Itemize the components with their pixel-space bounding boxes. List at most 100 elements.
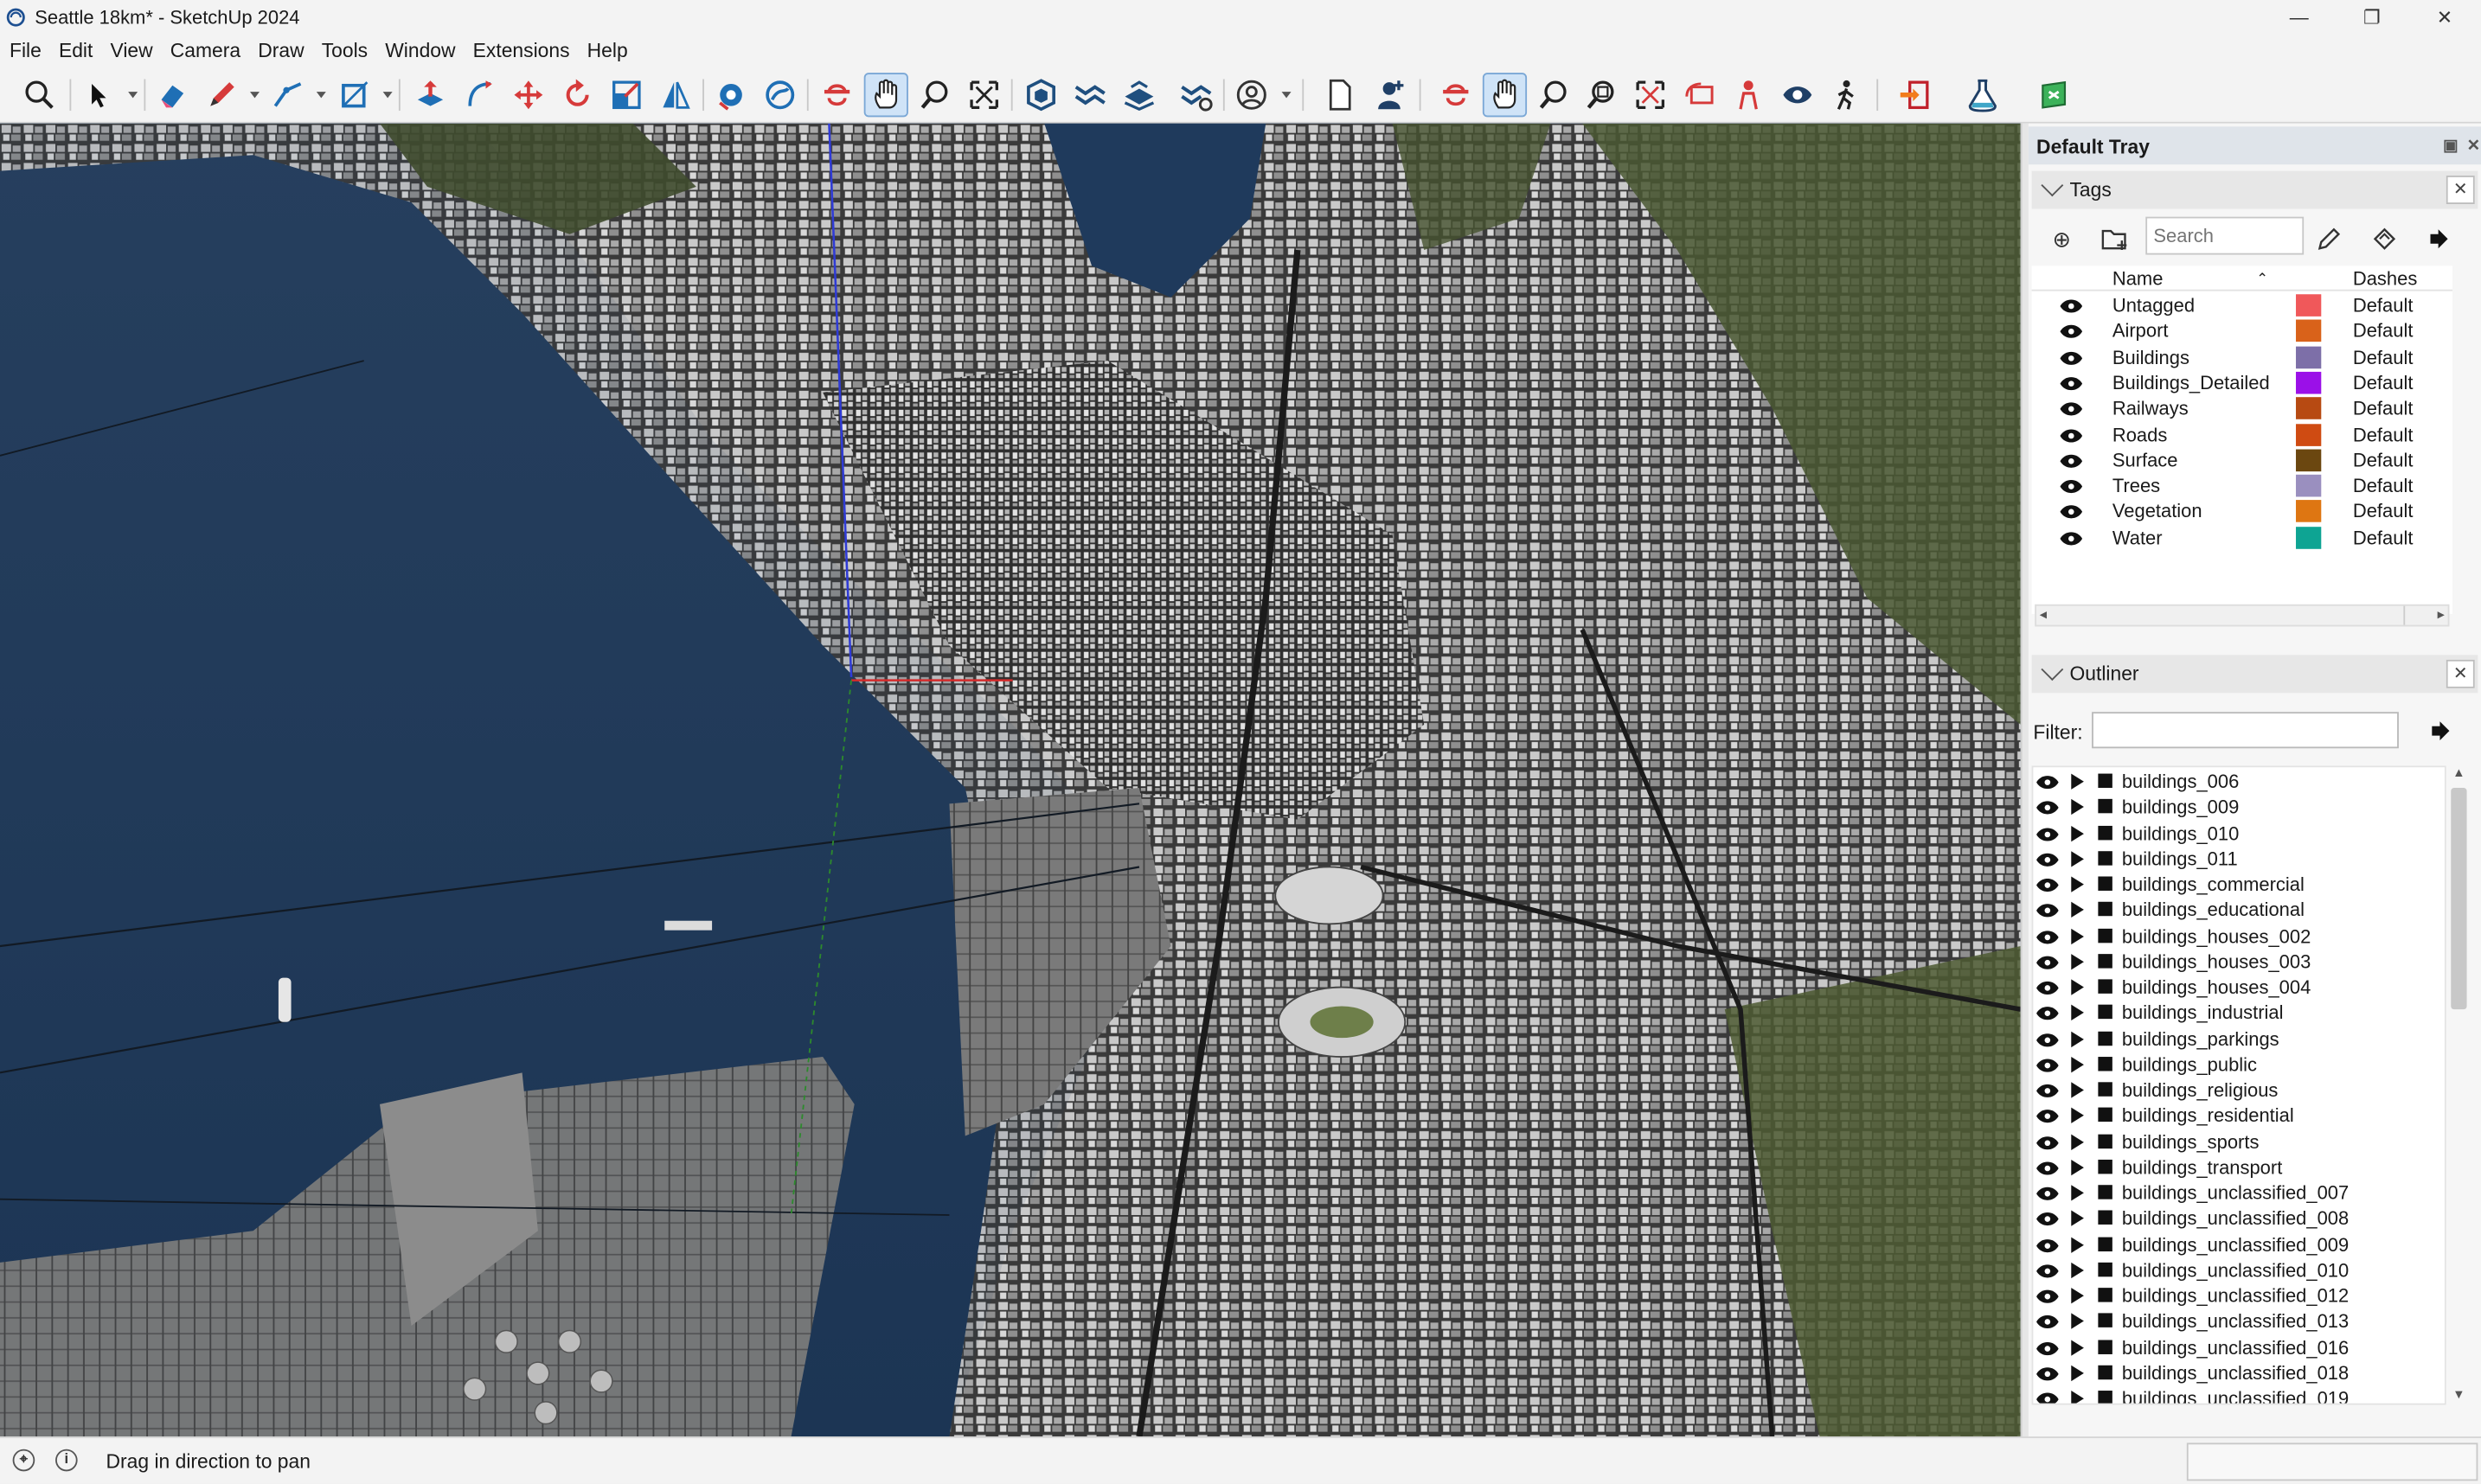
tag-name[interactable]: Untagged (2112, 294, 2195, 317)
tag-color-swatch[interactable] (2296, 474, 2322, 497)
tag-dashes[interactable]: Default (2353, 398, 2414, 420)
outliner-vertical-scrollbar[interactable]: ▲ ▼ (2446, 765, 2472, 1405)
tag-dashes[interactable]: Default (2353, 449, 2414, 471)
tag-row[interactable]: Buildings Default (2032, 344, 2453, 370)
outliner-item-name[interactable]: buildings_houses_003 (2122, 950, 2311, 973)
tag-dashes[interactable]: Default (2353, 372, 2414, 394)
outliner-item-name[interactable]: buildings_unclassified_010 (2122, 1259, 2349, 1282)
expand-arrow-icon[interactable] (2071, 1056, 2084, 1072)
geolocation-icon[interactable]: ⌖ (12, 1449, 35, 1472)
pin-icon[interactable]: ▣ (2443, 138, 2458, 155)
expand-arrow-icon[interactable] (2071, 1313, 2084, 1330)
zoom-window-icon[interactable] (962, 73, 1006, 117)
visibility-eye-icon[interactable] (2036, 1212, 2059, 1226)
visibility-eye-icon[interactable] (2036, 1392, 2059, 1405)
visibility-eye-icon[interactable] (2036, 1007, 2059, 1020)
zoom-extents-2-icon[interactable] (1628, 73, 1672, 117)
pencil-icon[interactable] (199, 73, 243, 117)
tag-color-swatch[interactable] (2296, 294, 2322, 317)
outliner-item[interactable]: buildings_006 (2033, 769, 2445, 795)
paint-bucket-icon[interactable] (758, 73, 802, 117)
outliner-item[interactable]: buildings_parkings (2033, 1026, 2445, 1052)
layout-send-icon[interactable] (2032, 73, 2076, 117)
tape-measure-icon[interactable] (708, 73, 753, 117)
visibility-eye-icon[interactable] (2036, 1315, 2059, 1329)
col-dashes-header[interactable]: Dashes (2353, 267, 2417, 290)
outliner-item-name[interactable]: buildings_unclassified_009 (2122, 1233, 2349, 1256)
expand-arrow-icon[interactable] (2071, 1108, 2084, 1124)
visibility-eye-icon[interactable] (2060, 402, 2083, 416)
visibility-eye-icon[interactable] (2036, 904, 2059, 918)
tags-vertical-scrollbar[interactable] (2452, 265, 2475, 627)
expand-arrow-icon[interactable] (2071, 1391, 2084, 1404)
outliner-item-name[interactable]: buildings_houses_002 (2122, 924, 2311, 947)
zoom-icon[interactable] (913, 73, 957, 117)
tag-color-swatch[interactable] (2296, 345, 2322, 368)
minimize-button[interactable]: — (2263, 0, 2336, 35)
tag-name[interactable]: Vegetation (2112, 501, 2202, 523)
pan-icon[interactable] (863, 73, 908, 118)
extension-warehouse-icon[interactable] (1893, 73, 1937, 117)
outliner-item-name[interactable]: buildings_009 (2122, 796, 2239, 819)
visibility-eye-icon[interactable] (2036, 930, 2059, 943)
expand-arrow-icon[interactable] (2071, 1133, 2084, 1150)
outliner-item[interactable]: buildings_unclassified_019 (2033, 1386, 2445, 1405)
visibility-eye-icon[interactable] (2060, 505, 2083, 520)
menu-extensions[interactable]: Extensions (464, 40, 578, 62)
outliner-item[interactable]: buildings_transport (2033, 1155, 2445, 1180)
visibility-eye-icon[interactable] (2036, 956, 2059, 969)
outliner-item-name[interactable]: buildings_educational (2122, 899, 2305, 922)
visibility-eye-icon[interactable] (2036, 1084, 2059, 1097)
tag-row[interactable]: Airport Default (2032, 318, 2453, 344)
outliner-item[interactable]: buildings_unclassified_007 (2033, 1180, 2445, 1206)
visibility-eye-icon[interactable] (2060, 428, 2083, 442)
outliner-details-arrow-icon[interactable] (2427, 719, 2452, 749)
menu-tools[interactable]: Tools (312, 40, 376, 62)
expand-arrow-icon[interactable] (2071, 1185, 2084, 1201)
outliner-item-name[interactable]: buildings_commercial (2122, 873, 2305, 896)
tag-color-swatch[interactable] (2296, 500, 2322, 523)
outliner-item[interactable]: buildings_sports (2033, 1129, 2445, 1155)
move-icon[interactable] (506, 73, 550, 117)
position-camera-icon[interactable] (1727, 73, 1771, 117)
rectangle-icon[interactable] (332, 73, 376, 117)
measurements-box[interactable] (2186, 1442, 2478, 1481)
tag-name[interactable]: Surface (2112, 449, 2178, 471)
new-file-icon[interactable] (1318, 73, 1362, 117)
add-tag-folder-icon[interactable] (2101, 225, 2130, 253)
tag-dashes[interactable]: Default (2353, 527, 2414, 549)
visibility-eye-icon[interactable] (2036, 1161, 2059, 1175)
visibility-eye-icon[interactable] (2036, 1263, 2059, 1278)
tag-dashes[interactable]: Default (2353, 423, 2414, 445)
outliner-item[interactable]: buildings_residential (2033, 1103, 2445, 1129)
visibility-eye-icon[interactable] (2036, 827, 2059, 841)
outliner-item-name[interactable]: buildings_residential (2122, 1104, 2294, 1127)
menu-edit[interactable]: Edit (49, 40, 101, 62)
tag-name[interactable]: Railways (2112, 398, 2189, 420)
visibility-eye-icon[interactable] (2060, 325, 2083, 339)
tag-color-swatch[interactable] (2296, 320, 2322, 342)
visibility-eye-icon[interactable] (2036, 1033, 2059, 1046)
outliner-scroll-thumb[interactable] (2451, 788, 2467, 1010)
tag-name[interactable]: Trees (2112, 475, 2160, 497)
tags-horizontal-scrollbar[interactable]: ◂ ▸ (2035, 604, 2450, 627)
pan-2-icon[interactable] (1482, 73, 1528, 118)
tag-dashes[interactable]: Default (2353, 501, 2414, 523)
tag-row[interactable]: Vegetation Default (2032, 499, 2453, 525)
outliner-item[interactable]: buildings_unclassified_009 (2033, 1231, 2445, 1257)
visibility-eye-icon[interactable] (2060, 376, 2083, 390)
tag-row[interactable]: Surface Default (2032, 447, 2453, 473)
line-tool-icon[interactable] (266, 73, 310, 117)
col-name-header[interactable]: Name (2112, 267, 2164, 290)
outliner-item[interactable]: buildings_religious (2033, 1078, 2445, 1103)
add-tag-icon[interactable]: ⊕ (2048, 225, 2076, 253)
outliner-item-name[interactable]: buildings_unclassified_018 (2122, 1362, 2349, 1385)
sandbox-stamp-icon[interactable] (1117, 73, 1161, 117)
outliner-item[interactable]: buildings_commercial (2033, 872, 2445, 898)
tag-dashes[interactable]: Default (2353, 294, 2414, 317)
visibility-eye-icon[interactable] (2036, 1366, 2059, 1380)
model-viewport[interactable] (0, 123, 2021, 1437)
tag-color-swatch[interactable] (2296, 449, 2322, 471)
visibility-eye-icon[interactable] (2036, 1238, 2059, 1252)
tag-name[interactable]: Roads (2112, 423, 2167, 445)
